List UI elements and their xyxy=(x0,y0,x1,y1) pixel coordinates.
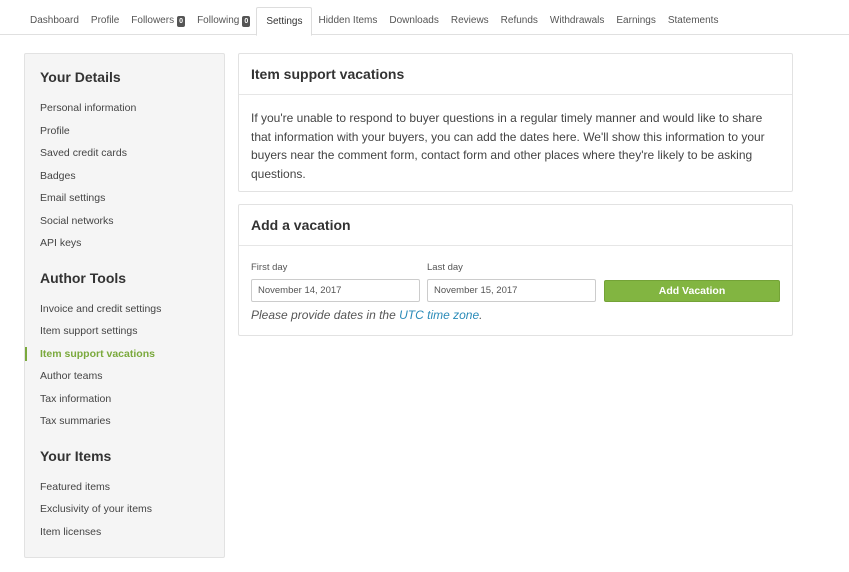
add-vacation-button[interactable]: Add Vacation xyxy=(604,280,780,302)
first-day-input[interactable] xyxy=(251,279,420,302)
sidebar-item-item-support-vacations[interactable]: Item support vacations xyxy=(25,347,224,361)
sidebar-item-exclusivity-of-your-items[interactable]: Exclusivity of your items xyxy=(25,502,224,516)
sidebar-item-item-licenses[interactable]: Item licenses xyxy=(25,525,224,539)
nav-tab-downloads[interactable]: Downloads xyxy=(383,7,444,35)
item-support-vacations-panel: Item support vacations If you're unable … xyxy=(238,53,793,192)
nav-tab-reviews[interactable]: Reviews xyxy=(445,7,495,35)
nav-tab-earnings[interactable]: Earnings xyxy=(610,7,661,35)
timezone-note-suffix: . xyxy=(479,308,483,322)
add-vacation-panel: Add a vacation First day Last day Add Va… xyxy=(238,204,793,336)
sidebar-item-saved-credit-cards[interactable]: Saved credit cards xyxy=(25,146,224,160)
sidebar-item-personal-information[interactable]: Personal information xyxy=(25,101,224,115)
sidebar-item-tax-information[interactable]: Tax information xyxy=(25,392,224,406)
nav-tab-label: Profile xyxy=(90,15,120,26)
sidebar-item-featured-items[interactable]: Featured items xyxy=(25,480,224,494)
nav-tab-label: Hidden Items xyxy=(318,15,378,26)
nav-tab-label: Settings xyxy=(266,15,303,27)
nav-tab-label: Following xyxy=(197,15,240,26)
sidebar-item-author-teams[interactable]: Author teams xyxy=(25,369,224,383)
nav-tab-withdrawals[interactable]: Withdrawals xyxy=(544,7,610,35)
nav-tab-profile[interactable]: Profile xyxy=(85,7,125,35)
timezone-note: Please provide dates in the UTC time zon… xyxy=(251,308,482,322)
nav-tab-label: Earnings xyxy=(616,15,656,26)
panel-description: If you're unable to respond to buyer que… xyxy=(251,111,765,181)
nav-tab-label: Downloads xyxy=(389,15,439,26)
nav-tab-label: Followers xyxy=(131,15,175,26)
last-day-input[interactable] xyxy=(427,279,596,302)
panel-title: Add a vacation xyxy=(239,205,792,246)
nav-tab-refunds[interactable]: Refunds xyxy=(495,7,544,35)
first-day-label: First day xyxy=(251,262,288,273)
nav-tab-statements[interactable]: Statements xyxy=(662,7,725,35)
nav-tab-label: Refunds xyxy=(500,15,538,26)
timezone-note-prefix: Please provide dates in the xyxy=(251,308,396,322)
sidebar-heading-your-items: Your Items xyxy=(40,448,112,464)
nav-tab-label: Withdrawals xyxy=(549,15,605,26)
settings-sidebar: Your Details Personal information Profil… xyxy=(24,53,225,558)
nav-tab-following[interactable]: Following 0 xyxy=(191,7,256,35)
top-navigation: Dashboard Profile Followers 0 Following 0 … xyxy=(0,0,849,36)
panel-title: Item support vacations xyxy=(239,54,792,95)
nav-tab-label: Dashboard xyxy=(30,15,79,26)
sidebar-item-profile[interactable]: Profile xyxy=(25,124,224,138)
sidebar-item-item-support-settings[interactable]: Item support settings xyxy=(25,324,224,338)
sidebar-item-invoice-and-credit-settings[interactable]: Invoice and credit settings xyxy=(25,302,224,316)
following-count-badge: 0 xyxy=(242,15,251,27)
nav-tab-followers[interactable]: Followers 0 xyxy=(125,7,191,35)
nav-tab-dashboard[interactable]: Dashboard xyxy=(24,7,85,35)
nav-tab-hidden-items[interactable]: Hidden Items xyxy=(312,7,383,35)
nav-tab-label: Statements xyxy=(667,15,719,26)
sidebar-item-social-networks[interactable]: Social networks xyxy=(25,214,224,228)
sidebar-heading-your-details: Your Details xyxy=(40,69,121,85)
sidebar-item-tax-summaries[interactable]: Tax summaries xyxy=(25,414,224,428)
nav-tab-settings[interactable]: Settings xyxy=(256,7,313,36)
sidebar-item-email-settings[interactable]: Email settings xyxy=(25,191,224,205)
nav-tab-label: Reviews xyxy=(450,15,489,26)
sidebar-item-api-keys[interactable]: API keys xyxy=(25,236,224,250)
sidebar-heading-author-tools: Author Tools xyxy=(40,270,127,286)
followers-count-badge: 0 xyxy=(177,15,186,27)
sidebar-item-badges[interactable]: Badges xyxy=(25,169,224,183)
utc-time-zone-link[interactable]: UTC time zone xyxy=(399,308,479,322)
last-day-label: Last day xyxy=(427,262,463,273)
